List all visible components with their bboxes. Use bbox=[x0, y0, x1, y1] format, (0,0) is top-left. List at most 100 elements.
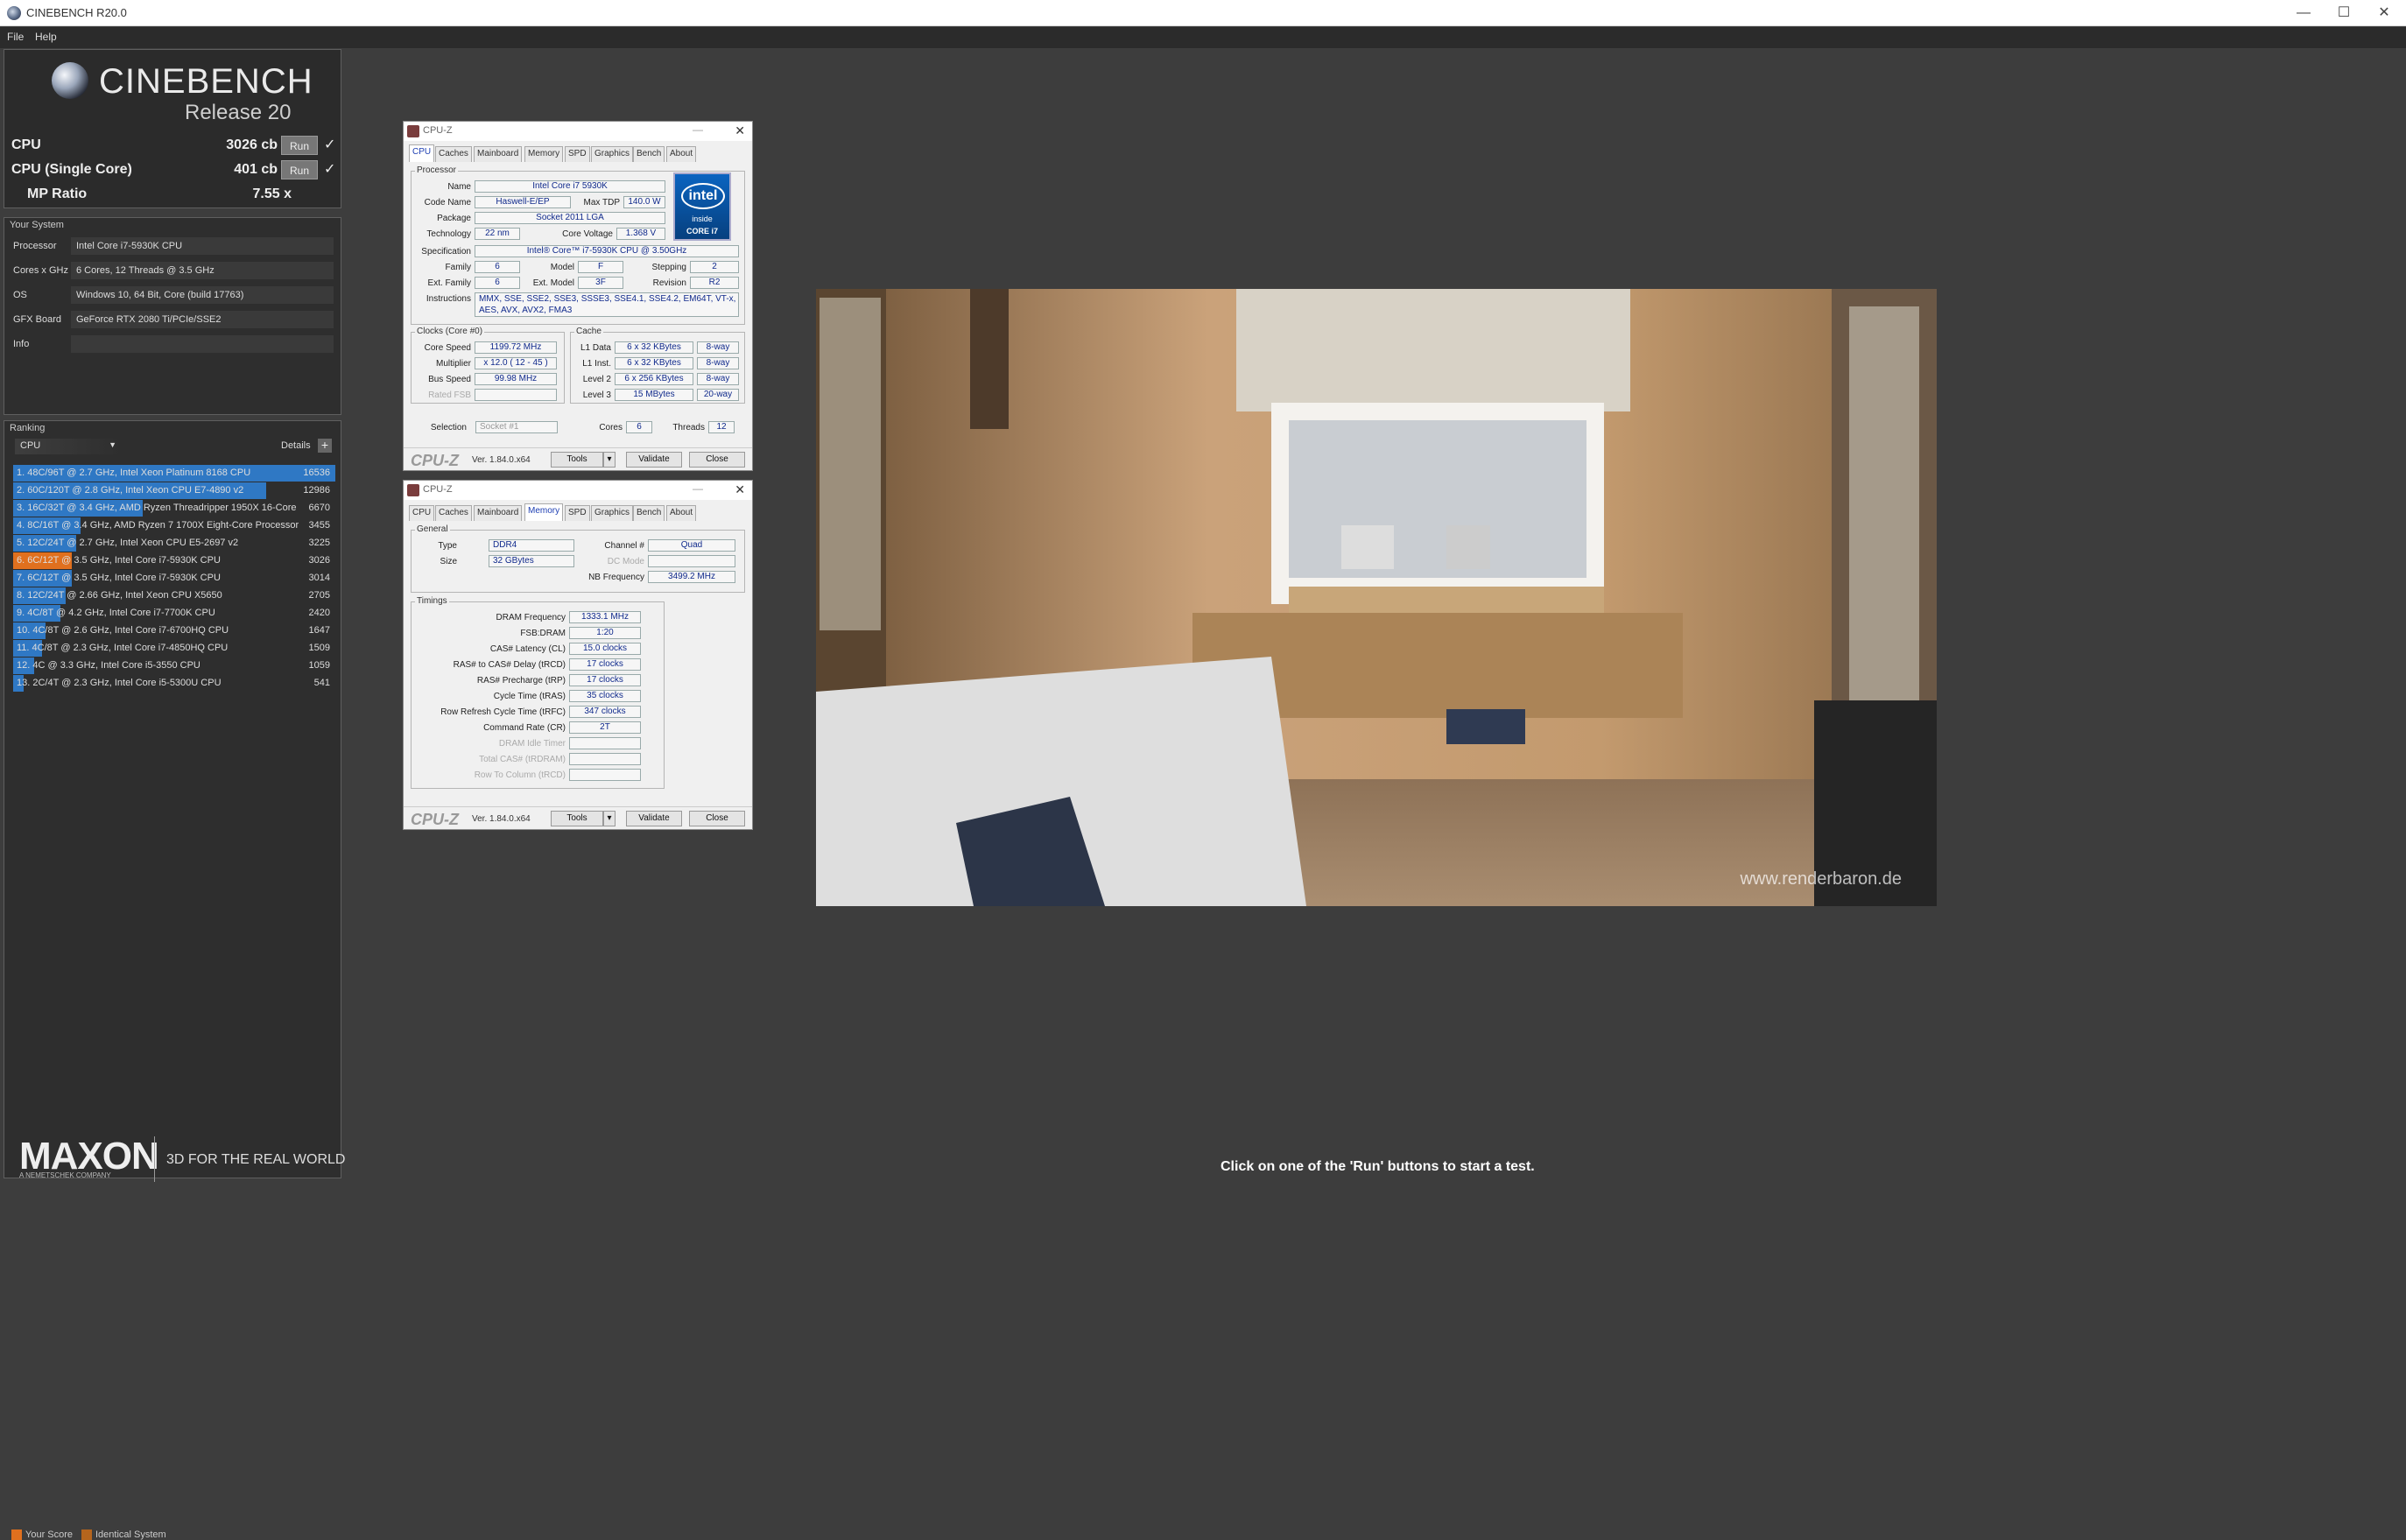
tools-dropdown-icon[interactable]: ▾ bbox=[603, 811, 616, 826]
cpuz-footer-logo: CPU-Z bbox=[411, 811, 459, 828]
validate-button[interactable]: Validate bbox=[626, 811, 682, 826]
type-label: Type bbox=[438, 541, 457, 551]
status-message: Click on one of the 'Run' buttons to sta… bbox=[1221, 1159, 1535, 1174]
tab-about[interactable]: About bbox=[666, 505, 697, 521]
tab-memory[interactable]: Memory bbox=[524, 146, 564, 162]
ranking-row[interactable]: 1. 48C/96T @ 2.7 GHz, Intel Xeon Platinu… bbox=[13, 465, 335, 482]
maximize-icon[interactable]: ☐ bbox=[2324, 0, 2364, 26]
technology-value: 22 nm bbox=[475, 228, 520, 240]
tab-spd[interactable]: SPD bbox=[565, 505, 590, 521]
close-button[interactable]: Close bbox=[689, 811, 745, 826]
ranking-row[interactable]: 12. 4C @ 3.3 GHz, Intel Core i5-3550 CPU… bbox=[13, 657, 335, 674]
ranking-row[interactable]: 11. 4C/8T @ 2.3 GHz, Intel Core i7-4850H… bbox=[13, 640, 335, 657]
ranking-row[interactable]: 2. 60C/120T @ 2.8 GHz, Intel Xeon CPU E7… bbox=[13, 482, 335, 499]
menu-help[interactable]: Help bbox=[35, 31, 57, 43]
ranking-row-score: 3014 bbox=[308, 573, 330, 583]
tab-cpu[interactable]: CPU bbox=[409, 144, 435, 162]
bus-speed-value: 99.98 MHz bbox=[475, 373, 557, 385]
minimize-icon[interactable]: — bbox=[2283, 0, 2324, 26]
timing-label: Command Rate (CR) bbox=[483, 723, 566, 733]
ranking-panel: Ranking CPU ▼ Details + 1. 48C/96T @ 2.7 … bbox=[4, 420, 341, 1540]
name-label: Name bbox=[447, 182, 471, 192]
intel-core-text: CORE i7 bbox=[686, 227, 718, 236]
ranking-row[interactable]: 8. 12C/24T @ 2.66 GHz, Intel Xeon CPU X5… bbox=[13, 587, 335, 604]
ranking-row[interactable]: 3. 16C/32T @ 3.4 GHz, AMD Ryzen Threadri… bbox=[13, 500, 335, 517]
ranking-row-score: 2705 bbox=[308, 590, 330, 601]
model-label: Model bbox=[550, 263, 574, 272]
ranking-heading: Ranking bbox=[10, 423, 46, 433]
chevron-down-icon: ▼ bbox=[109, 440, 116, 449]
stepping-label: Stepping bbox=[651, 263, 686, 272]
validate-button[interactable]: Validate bbox=[626, 452, 682, 468]
tools-dropdown-icon[interactable]: ▾ bbox=[603, 452, 616, 468]
ranking-row[interactable]: 5. 12C/24T @ 2.7 GHz, Intel Xeon CPU E5-… bbox=[13, 535, 335, 552]
ranking-row[interactable]: 10. 4C/8T @ 2.6 GHz, Intel Core i7-6700H… bbox=[13, 622, 335, 639]
tab-mainboard[interactable]: Mainboard bbox=[474, 146, 523, 162]
timing-value: 35 clocks bbox=[569, 690, 641, 702]
core-voltage-value: 1.368 V bbox=[616, 228, 665, 240]
threads-label: Threads bbox=[672, 423, 705, 432]
instructions-line-1: MMX, SSE, SSE2, SSE3, SSSE3, SSE4.1, SSE… bbox=[479, 294, 736, 304]
tab-spd[interactable]: SPD bbox=[565, 146, 590, 162]
instructions-line-2: AES, AVX, AVX2, FMA3 bbox=[479, 306, 573, 315]
tab-graphics[interactable]: Graphics bbox=[591, 505, 634, 521]
tools-button[interactable]: Tools bbox=[551, 811, 603, 826]
system-value-info[interactable] bbox=[71, 335, 334, 353]
package-label: Package bbox=[437, 214, 471, 223]
tab-cpu[interactable]: CPU bbox=[409, 505, 435, 521]
general-group: General Type DDR4 Channel # Quad DC Mode… bbox=[411, 524, 745, 593]
ranking-row-score: 3225 bbox=[308, 538, 330, 548]
close-icon[interactable]: ✕ bbox=[2364, 0, 2404, 26]
close-button[interactable]: Close bbox=[689, 452, 745, 468]
tab-memory[interactable]: Memory bbox=[524, 503, 564, 521]
level2-label: Level 2 bbox=[582, 375, 611, 384]
single-run-button[interactable]: Run bbox=[281, 160, 318, 179]
system-value-cores: 6 Cores, 12 Threads @ 3.5 GHz bbox=[71, 262, 334, 279]
tab-graphics[interactable]: Graphics bbox=[591, 146, 634, 162]
tab-caches[interactable]: Caches bbox=[435, 505, 472, 521]
ranking-selector[interactable]: CPU ▼ bbox=[15, 439, 122, 454]
ranking-row[interactable]: 6. 6C/12T @ 3.5 GHz, Intel Core i7-5930K… bbox=[13, 552, 335, 569]
ranking-row[interactable]: 13. 2C/4T @ 2.3 GHz, Intel Core i5-5300U… bbox=[13, 675, 335, 692]
cpu-check-icon: ✓ bbox=[324, 137, 336, 152]
window-title: CINEBENCH R20.0 bbox=[26, 6, 127, 19]
system-value-gfx: GeForce RTX 2080 Ti/PCIe/SSE2 bbox=[71, 311, 334, 328]
cpu-score-value: 3026 cb bbox=[226, 137, 278, 152]
system-value-processor: Intel Core i7-5930K CPU bbox=[71, 237, 334, 255]
ranking-row[interactable]: 4. 8C/16T @ 3.4 GHz, AMD Ryzen 7 1700X E… bbox=[13, 517, 335, 534]
max-tdp-label: Max TDP bbox=[583, 198, 621, 207]
level2-value: 6 x 256 KBytes bbox=[615, 373, 693, 385]
timings-group-title: Timings bbox=[415, 596, 449, 606]
ranking-row[interactable]: 7. 6C/12T @ 3.5 GHz, Intel Core i7-5930K… bbox=[13, 570, 335, 587]
cpuz-minimize-icon[interactable]: — bbox=[693, 482, 703, 495]
tab-bench[interactable]: Bench bbox=[633, 146, 665, 162]
timing-label: Total CAS# (tRDRAM) bbox=[479, 755, 566, 764]
cpuz-minimize-icon[interactable]: — bbox=[693, 123, 703, 136]
system-value-os: Windows 10, 64 Bit, Core (build 17763) bbox=[71, 286, 334, 304]
system-label-cores: Cores x GHz bbox=[13, 265, 68, 276]
technology-label: Technology bbox=[426, 229, 471, 239]
ranking-row-text: 6. 6C/12T @ 3.5 GHz, Intel Core i7-5930K… bbox=[17, 555, 221, 566]
cpuz-close-icon[interactable]: ✕ bbox=[735, 482, 745, 497]
legend-your-score: Your Score bbox=[25, 1529, 74, 1540]
ranking-row[interactable]: 9. 4C/8T @ 4.2 GHz, Intel Core i7-7700K … bbox=[13, 605, 335, 622]
render-watermark: www.renderbaron.de bbox=[1739, 869, 1902, 889]
tab-mainboard[interactable]: Mainboard bbox=[474, 505, 523, 521]
details-plus-button[interactable]: + bbox=[318, 439, 332, 453]
selection-dropdown[interactable]: Socket #1 bbox=[475, 421, 558, 433]
tab-bench[interactable]: Bench bbox=[633, 505, 665, 521]
ranking-row-text: 2. 60C/120T @ 2.8 GHz, Intel Xeon CPU E7… bbox=[17, 485, 244, 496]
render-preview: www.renderbaron.de bbox=[816, 289, 1937, 906]
cpuz-app-icon bbox=[407, 484, 419, 496]
cpu-run-button[interactable]: Run bbox=[281, 136, 318, 155]
cpuz-memory-window: CPU-Z — ✕ CPU Caches Mainboard Memory SPD Gra… bbox=[403, 480, 753, 830]
tab-caches[interactable]: Caches bbox=[435, 146, 472, 162]
identical-system-swatch bbox=[81, 1529, 92, 1540]
level2-ways: 8-way bbox=[697, 373, 739, 385]
timing-value: 2T bbox=[569, 721, 641, 734]
tools-button[interactable]: Tools bbox=[551, 452, 603, 468]
menu-file[interactable]: File bbox=[7, 31, 24, 43]
level3-label: Level 3 bbox=[582, 390, 611, 400]
cpuz-close-icon[interactable]: ✕ bbox=[735, 123, 745, 138]
tab-about[interactable]: About bbox=[666, 146, 697, 162]
